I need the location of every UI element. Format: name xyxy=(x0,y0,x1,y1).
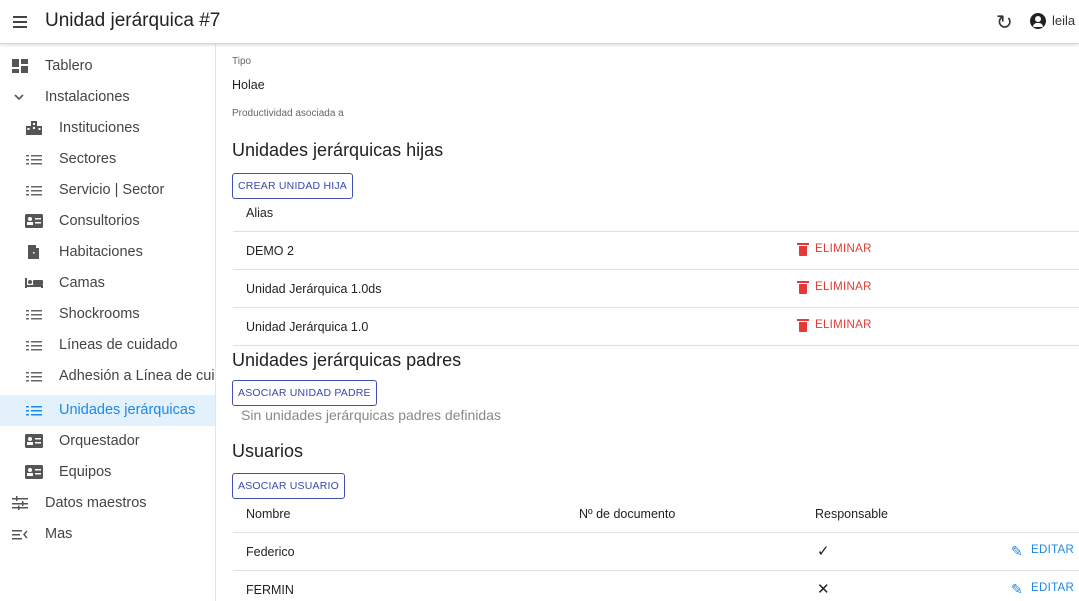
editar-button[interactable]: ✎ EDITAR xyxy=(1011,581,1075,597)
productividad-label: Productividad asociada a xyxy=(232,108,344,119)
id-card-icon xyxy=(25,214,43,228)
page-title: Unidad jerárquica #7 xyxy=(45,10,221,31)
usuarios-table-header: Nombre Nº de documento Responsable xyxy=(233,495,1079,533)
eliminar-button[interactable]: ELIMINAR xyxy=(797,281,872,294)
editar-label: EDITAR xyxy=(1031,544,1075,556)
table-row: FERMIN ✕ ✎ EDITAR xyxy=(233,571,1079,601)
eliminar-label: ELIMINAR xyxy=(815,243,872,255)
sidebar-item-mas[interactable]: Mas xyxy=(0,519,215,550)
sidebar-item-label: Orquestador xyxy=(59,433,140,449)
sidebar-item-tablero[interactable]: Tablero xyxy=(0,51,215,82)
list-icon xyxy=(26,152,42,166)
nombre-cell: Federico xyxy=(246,545,295,559)
list-icon xyxy=(26,403,42,417)
table-row: Unidad Jerárquica 1.0ds ELIMINAR xyxy=(233,270,1079,308)
delete-icon xyxy=(797,243,809,256)
padres-empty-message: Sin unidades jerárquicas padres definida… xyxy=(241,407,501,423)
usuarios-section-title: Usuarios xyxy=(232,441,304,461)
sidebar-item-label: Tablero xyxy=(45,58,93,74)
nombre-cell: FERMIN xyxy=(246,583,294,597)
sidebar: Tablero Instalaciones Instituciones Sect… xyxy=(0,44,216,601)
editar-button[interactable]: ✎ EDITAR xyxy=(1011,543,1075,559)
sidebar-item-label: Shockrooms xyxy=(59,306,140,322)
dashboard-icon xyxy=(12,59,28,73)
chevron-down-icon xyxy=(12,90,28,104)
sidebar-item-lineas-de-cuidado[interactable]: Líneas de cuidado xyxy=(0,330,215,361)
check-icon: ✓ xyxy=(817,543,830,560)
sidebar-item-label: Mas xyxy=(45,526,73,542)
sidebar-item-equipos[interactable]: Equipos xyxy=(0,457,215,488)
documento-column-header: Nº de documento xyxy=(579,507,676,521)
sidebar-item-adhesion-linea-de-cuidado[interactable]: Adhesión a Línea de cuidado xyxy=(0,361,215,392)
sidebar-item-label: Habitaciones xyxy=(59,244,143,260)
sidebar-item-label: Líneas de cuidado xyxy=(59,337,178,353)
pencil-icon: ✎ xyxy=(1011,543,1024,559)
menu-open-icon xyxy=(12,527,28,541)
sidebar-item-label: Sectores xyxy=(59,151,117,167)
sidebar-item-label: Camas xyxy=(59,275,105,291)
tune-icon xyxy=(12,496,28,510)
eliminar-button[interactable]: ELIMINAR xyxy=(797,243,872,256)
hijas-section-title: Unidades jerárquicas hijas xyxy=(232,140,444,160)
sidebar-item-servicio-sector[interactable]: Servicio | Sector xyxy=(0,175,215,206)
id-card-icon xyxy=(25,465,43,479)
sidebar-item-label: Adhesión a Línea de cuidado xyxy=(59,368,215,384)
sidebar-item-camas[interactable]: Camas xyxy=(0,268,215,299)
responsable-column-header: Responsable xyxy=(815,507,888,521)
id-card-icon xyxy=(25,434,43,448)
tipo-value: Holae xyxy=(232,78,265,92)
sidebar-item-orquestador[interactable]: Orquestador xyxy=(0,426,215,457)
close-icon: ✕ xyxy=(817,581,830,598)
padres-section-title: Unidades jerárquicas padres xyxy=(232,350,462,370)
eliminar-label: ELIMINAR xyxy=(815,281,872,293)
alias-cell: Unidad Jerárquica 1.0 xyxy=(246,320,369,334)
eliminar-label: ELIMINAR xyxy=(815,319,872,331)
hijas-table-header: Alias xyxy=(233,194,1079,232)
door-icon xyxy=(27,245,43,259)
city-icon xyxy=(26,121,42,135)
sidebar-item-label: Consultorios xyxy=(59,213,140,229)
main-content: Tipo Holae Productividad asociada a Unid… xyxy=(217,44,1079,601)
hamburger-menu-icon[interactable] xyxy=(10,12,30,32)
list-icon xyxy=(26,183,42,197)
sidebar-item-label: Equipos xyxy=(59,464,112,480)
sidebar-item-instalaciones[interactable]: Instalaciones xyxy=(0,82,215,113)
nombre-column-header: Nombre xyxy=(246,507,291,521)
bed-icon xyxy=(25,276,43,290)
table-row: Federico ✓ ✎ EDITAR xyxy=(233,533,1079,571)
tipo-label: Tipo xyxy=(232,56,252,67)
alias-column-header: Alias xyxy=(246,206,274,220)
sidebar-item-shockrooms[interactable]: Shockrooms xyxy=(0,299,215,330)
sidebar-item-label: Unidades jerárquicas xyxy=(59,402,196,418)
sidebar-item-datos-maestros[interactable]: Datos maestros xyxy=(0,488,215,519)
list-icon xyxy=(26,338,42,352)
sidebar-item-label: Instalaciones xyxy=(45,89,130,105)
app-bar: Unidad jerárquica #7 ↻ leila xyxy=(0,0,1079,44)
pencil-icon: ✎ xyxy=(1011,581,1024,597)
table-row: DEMO 2 ELIMINAR xyxy=(233,232,1079,270)
sidebar-item-label: Instituciones xyxy=(59,120,140,136)
eliminar-button[interactable]: ELIMINAR xyxy=(797,319,872,332)
account-circle-icon[interactable] xyxy=(1030,13,1046,29)
table-row: Unidad Jerárquica 1.0 ELIMINAR xyxy=(233,308,1079,346)
alias-cell: DEMO 2 xyxy=(246,244,294,258)
delete-icon xyxy=(797,281,809,294)
refresh-icon[interactable]: ↻ xyxy=(996,10,1013,35)
sidebar-item-instituciones[interactable]: Instituciones xyxy=(0,113,215,144)
alias-cell: Unidad Jerárquica 1.0ds xyxy=(246,282,382,296)
editar-label: EDITAR xyxy=(1031,582,1075,594)
list-icon xyxy=(26,307,42,321)
sidebar-item-sectores[interactable]: Sectores xyxy=(0,144,215,175)
sidebar-item-label: Servicio | Sector xyxy=(59,182,165,198)
sidebar-item-consultorios[interactable]: Consultorios xyxy=(0,206,215,237)
sidebar-item-label: Datos maestros xyxy=(45,495,147,511)
asociar-unidad-padre-button[interactable]: ASOCIAR UNIDAD PADRE xyxy=(232,380,377,406)
list-icon xyxy=(26,369,42,383)
sidebar-item-unidades-jerarquicas[interactable]: Unidades jerárquicas xyxy=(0,395,215,426)
user-name[interactable]: leila xyxy=(1052,13,1075,28)
delete-icon xyxy=(797,319,809,332)
sidebar-item-habitaciones[interactable]: Habitaciones xyxy=(0,237,215,268)
